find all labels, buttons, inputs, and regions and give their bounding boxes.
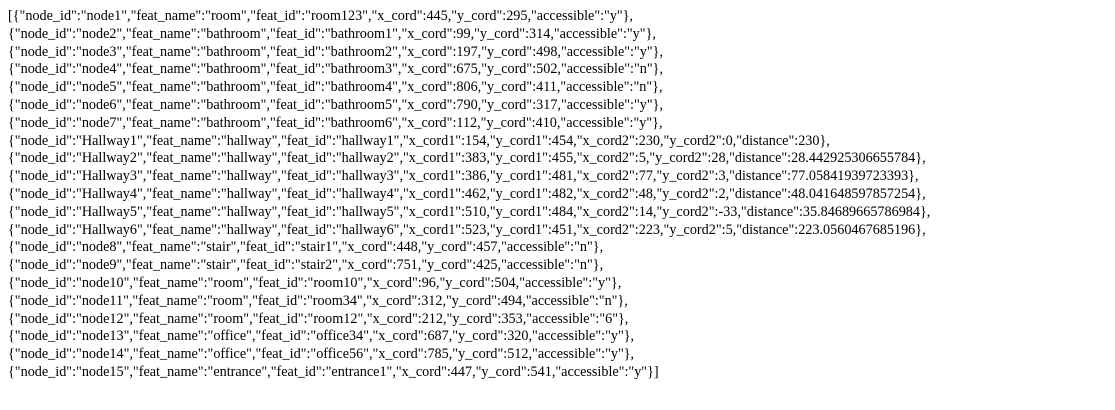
json-line-node14: {"node_id":"node14","feat_name":"office"…	[8, 346, 635, 363]
json-line-node10: {"node_id":"node10","feat_name":"room","…	[8, 274, 622, 291]
json-document-page: [{"node_id":"node1","feat_name":"room","…	[0, 0, 1115, 410]
json-line-node9: {"node_id":"node9","feat_name":"stair","…	[8, 257, 604, 274]
json-line-hallway6: {"node_id":"Hallway6","feat_name":"hallw…	[8, 221, 926, 238]
json-line-node5: {"node_id":"node5","feat_name":"bathroom…	[8, 79, 663, 96]
json-line-node1: [{"node_id":"node1","feat_name":"room","…	[8, 8, 634, 24]
json-line-hallway3: {"node_id":"Hallway3","feat_name":"hallw…	[8, 168, 919, 185]
json-line-hallway1: {"node_id":"Hallway1","feat_name":"hallw…	[8, 132, 830, 149]
json-line-node8: {"node_id":"node8","feat_name":"stair","…	[8, 239, 604, 256]
json-line-node6: {"node_id":"node6","feat_name":"bathroom…	[8, 96, 664, 113]
json-line-node15: {"node_id":"node15","feat_name":"entranc…	[8, 363, 659, 380]
json-line-node2: {"node_id":"node2","feat_name":"bathroom…	[8, 25, 656, 42]
json-line-node3: {"node_id":"node3","feat_name":"bathroom…	[8, 43, 664, 60]
json-line-node12: {"node_id":"node12","feat_name":"room","…	[8, 310, 629, 327]
json-line-node4: {"node_id":"node4","feat_name":"bathroom…	[8, 61, 664, 78]
json-line-hallway4: {"node_id":"Hallway4","feat_name":"hallw…	[8, 185, 926, 202]
json-line-hallway2: {"node_id":"Hallway2","feat_name":"hallw…	[8, 150, 926, 167]
json-line-node7: {"node_id":"node7","feat_name":"bathroom…	[8, 114, 663, 131]
json-line-node11: {"node_id":"node11","feat_name":"room","…	[8, 292, 628, 309]
json-line-hallway5: {"node_id":"Hallway5","feat_name":"hallw…	[8, 203, 931, 220]
json-line-node13: {"node_id":"node13","feat_name":"office"…	[8, 328, 635, 345]
